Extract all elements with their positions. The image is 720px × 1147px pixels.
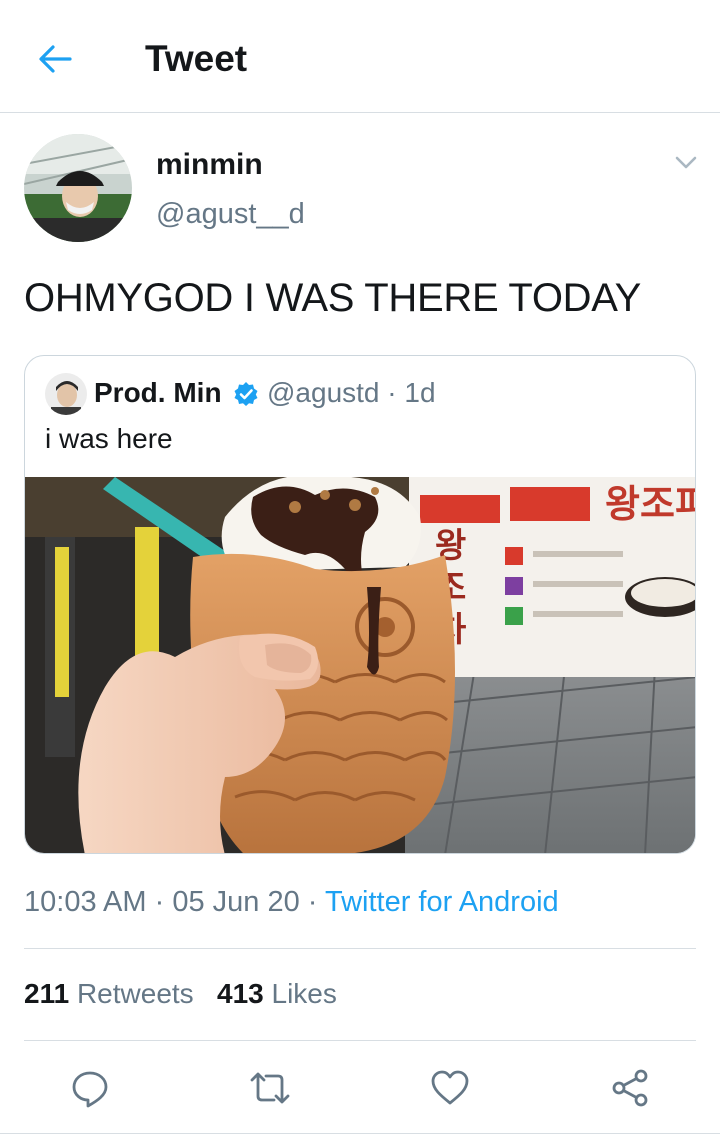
- svg-text:왕조피: 왕조피: [605, 482, 696, 526]
- divider: [24, 948, 696, 949]
- likes-stat[interactable]: 413 Likes: [217, 978, 337, 1009]
- quoted-handle-line: @agustd · 1d: [267, 377, 436, 408]
- share-button[interactable]: [608, 1066, 652, 1110]
- like-button[interactable]: [428, 1066, 472, 1110]
- avatar[interactable]: [24, 134, 132, 242]
- quoted-avatar-image: [45, 373, 87, 415]
- retweets-stat[interactable]: 211 Retweets: [24, 978, 194, 1009]
- quoted-timestamp: 1d: [404, 377, 436, 408]
- page-title: Tweet: [145, 38, 248, 79]
- quoted-avatar: [45, 373, 87, 415]
- tweet-source-link[interactable]: Twitter for Android: [325, 886, 559, 918]
- back-button[interactable]: [30, 34, 80, 84]
- chevron-down-icon: [675, 156, 697, 169]
- author-name[interactable]: minmin: [156, 148, 263, 182]
- top-bar: Tweet: [0, 0, 720, 113]
- photo-ice-cream-taiyaki: 왕조피 왕 조 차: [25, 477, 696, 853]
- tweet-date: 05 Jun 20: [172, 886, 300, 918]
- likes-label: Likes: [271, 978, 337, 1009]
- quoted-tweet-text: i was here: [45, 423, 173, 454]
- share-icon: [612, 1069, 648, 1107]
- avatar-image: [24, 134, 132, 242]
- likes-count: 413: [217, 978, 264, 1009]
- tweet-meta: 10:03 AM · 05 Jun 20 · Twitter for Andro…: [24, 886, 559, 918]
- action-bar: [0, 1060, 720, 1116]
- reply-icon: [72, 1071, 108, 1108]
- retweet-button[interactable]: [248, 1066, 292, 1110]
- more-options-button[interactable]: [668, 148, 704, 178]
- tweet-time: 10:03 AM: [24, 886, 147, 918]
- tweet-stats: 211 Retweets 413 Likes: [24, 978, 337, 1010]
- author-handle[interactable]: @agust__d: [156, 198, 305, 231]
- retweet-icon: [250, 1072, 290, 1104]
- reply-button[interactable]: [68, 1066, 112, 1110]
- quoted-author-name: Prod. Min: [94, 377, 222, 408]
- retweets-count: 211: [24, 978, 70, 1009]
- retweets-label: Retweets: [76, 978, 194, 1009]
- verified-badge-icon: [234, 382, 258, 406]
- quoted-tweet[interactable]: Prod. Min @agustd · 1d i was here 왕조 왕 조: [24, 355, 696, 854]
- divider: [0, 1133, 720, 1134]
- quoted-tweet-photo[interactable]: 왕조피 왕 조 차: [25, 477, 696, 853]
- quoted-author-handle: @agustd: [267, 377, 380, 408]
- like-icon: [431, 1070, 469, 1105]
- arrow-left-icon: [39, 45, 72, 73]
- tweet-text: OHMYGOD I WAS THERE TODAY: [24, 276, 642, 320]
- divider: [24, 1040, 696, 1041]
